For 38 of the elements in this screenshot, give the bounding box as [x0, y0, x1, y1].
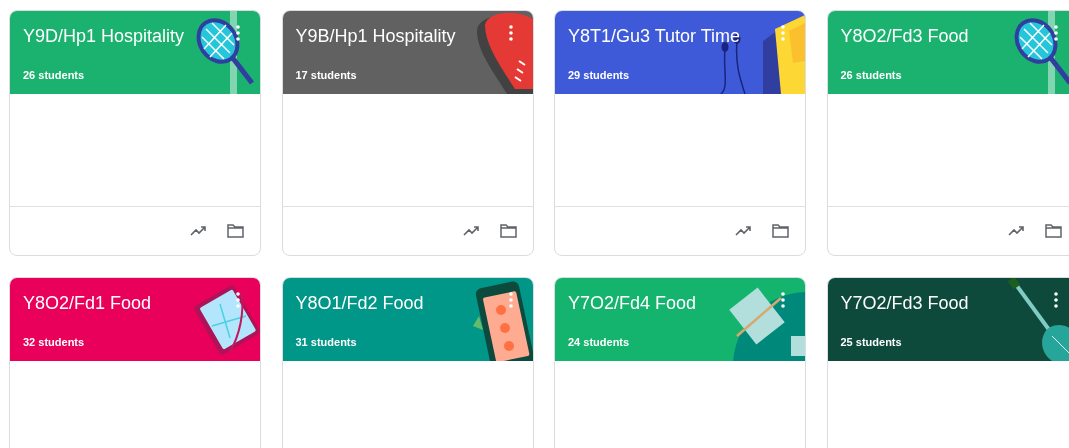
folder-icon[interactable]: [772, 224, 789, 238]
class-title[interactable]: Y9B/Hp1 Hospitality: [295, 24, 456, 48]
class-title[interactable]: Y8O2/Fd3 Food: [840, 24, 969, 48]
student-count: 29 students: [568, 68, 630, 82]
more-options-icon[interactable]: [236, 25, 240, 41]
trending-up-icon[interactable]: [1007, 226, 1024, 236]
folder-icon[interactable]: [227, 224, 244, 238]
class-card[interactable]: Y8O2/Fd1 Food 32 students: [9, 277, 261, 448]
student-count: 26 students: [23, 68, 85, 82]
class-card[interactable]: Y8O1/Fd2 Food 31 students: [281, 277, 534, 448]
class-card[interactable]: Y7O2/Fd4 Food 24 students: [554, 277, 806, 448]
trending-up-icon[interactable]: [190, 226, 206, 236]
more-options-icon[interactable]: [508, 25, 513, 41]
class-card[interactable]: Y8T1/Gu3 Tutor Time 29 students: [554, 10, 806, 256]
class-title[interactable]: Y7O2/Fd4 Food: [568, 291, 697, 315]
student-count: 31 students: [295, 335, 357, 349]
more-options-icon[interactable]: [781, 292, 785, 308]
class-title[interactable]: Y9D/Hp1 Hospitality: [23, 24, 185, 48]
class-card[interactable]: Y7O2/Fd3 Food 25 students: [826, 277, 1069, 448]
student-count: 24 students: [568, 335, 630, 349]
class-title[interactable]: Y8O1/Fd2 Food: [295, 291, 424, 315]
class-title[interactable]: Y8T1/Gu3 Tutor Time: [568, 24, 741, 48]
class-card[interactable]: Y8O2/Fd3 Food 26 students: [826, 10, 1069, 256]
student-count: 25 students: [840, 335, 902, 349]
more-options-icon[interactable]: [236, 292, 240, 308]
class-card[interactable]: Y9B/Hp1 Hospitality 17 students: [281, 10, 534, 256]
class-title[interactable]: Y8O2/Fd1 Food: [23, 291, 152, 315]
class-title[interactable]: Y7O2/Fd3 Food: [840, 291, 969, 315]
student-count: 26 students: [840, 68, 902, 82]
student-count: 17 students: [295, 68, 357, 82]
student-count: 32 students: [23, 335, 85, 349]
more-options-icon[interactable]: [1053, 25, 1058, 41]
trending-up-icon[interactable]: [735, 226, 751, 236]
folder-icon[interactable]: [1044, 224, 1062, 238]
folder-icon[interactable]: [499, 224, 517, 238]
trending-up-icon[interactable]: [462, 226, 479, 236]
class-card[interactable]: Y9D/Hp1 Hospitality 26 students: [9, 10, 261, 256]
more-options-icon[interactable]: [1053, 292, 1058, 308]
